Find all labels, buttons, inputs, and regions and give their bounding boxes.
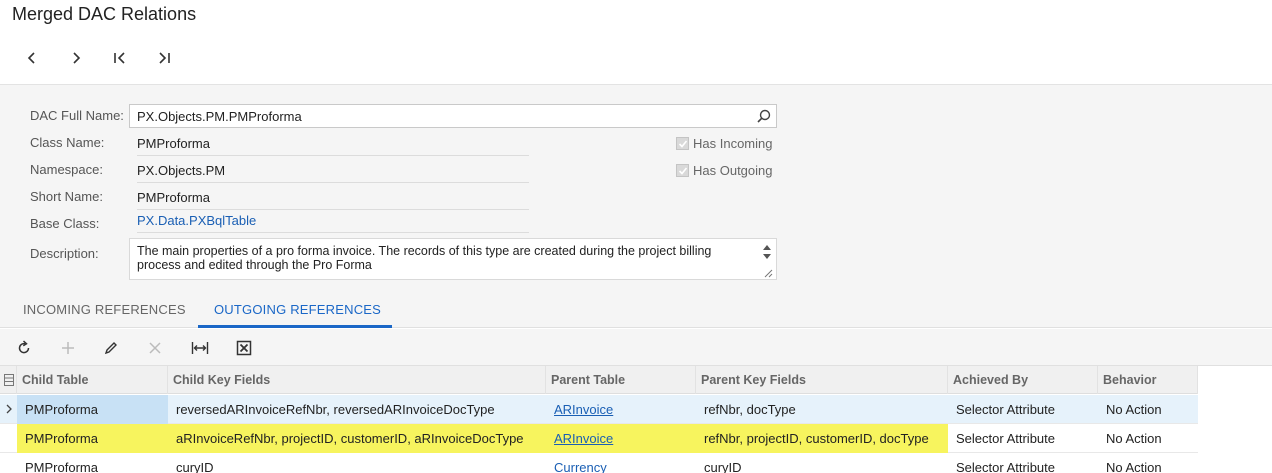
scroll-arrows-icon[interactable] bbox=[761, 243, 773, 279]
class-name-label: Class Name: bbox=[30, 135, 105, 150]
dac-full-name-input[interactable]: PX.Objects.PM.PMProforma bbox=[129, 104, 777, 128]
table-row[interactable]: PMProforma reversedARInvoiceRefNbr, reve… bbox=[0, 395, 1198, 424]
base-class-link[interactable]: PX.Data.PXBqlTable bbox=[137, 213, 529, 233]
record-navigation bbox=[10, 44, 186, 72]
cell-child-key-fields[interactable]: curyID bbox=[168, 453, 546, 473]
column-header-parent-key-fields[interactable]: Parent Key Fields bbox=[696, 366, 948, 394]
refresh-button[interactable] bbox=[14, 338, 34, 358]
short-name-label: Short Name: bbox=[30, 189, 103, 204]
export-excel-button[interactable] bbox=[234, 338, 254, 358]
has-outgoing-label: Has Outgoing bbox=[693, 163, 773, 178]
first-record-icon bbox=[114, 52, 125, 64]
checkbox-box bbox=[676, 164, 689, 177]
cell-child-table[interactable]: PMProforma bbox=[17, 424, 168, 453]
cell-parent-key-fields[interactable]: curyID bbox=[696, 453, 948, 473]
cell-achieved-by[interactable]: Selector Attribute bbox=[948, 395, 1098, 424]
base-class-label: Base Class: bbox=[30, 216, 100, 231]
add-row-button[interactable] bbox=[58, 338, 78, 358]
tabs-bar: INCOMING REFERENCES OUTGOING REFERENCES bbox=[0, 284, 1272, 328]
cell-behavior[interactable]: No Action bbox=[1098, 453, 1198, 473]
dac-full-name-label: DAC Full Name: bbox=[30, 108, 124, 123]
tab-incoming-references[interactable]: INCOMING REFERENCES bbox=[23, 302, 186, 317]
column-header-child-table[interactable]: Child Table bbox=[17, 366, 168, 394]
column-header-parent-table[interactable]: Parent Table bbox=[546, 366, 696, 394]
first-record-button[interactable] bbox=[98, 44, 142, 72]
has-outgoing-checkbox[interactable]: Has Outgoing bbox=[676, 163, 773, 178]
table-row[interactable]: PMProforma aRInvoiceRefNbr, projectID, c… bbox=[0, 424, 1198, 453]
tab-outgoing-references[interactable]: OUTGOING REFERENCES bbox=[214, 302, 381, 317]
cell-parent-key-fields[interactable]: refNbr, docType bbox=[696, 395, 948, 424]
edit-row-button[interactable] bbox=[101, 338, 121, 358]
refresh-icon bbox=[18, 340, 30, 354]
description-label: Description: bbox=[30, 246, 99, 261]
has-incoming-checkbox[interactable]: Has Incoming bbox=[676, 136, 772, 151]
last-record-icon bbox=[159, 52, 170, 64]
delete-icon bbox=[149, 342, 161, 354]
fit-columns-icon bbox=[191, 342, 209, 354]
delete-row-button[interactable] bbox=[145, 338, 165, 358]
page-title: Merged DAC Relations bbox=[12, 4, 197, 24]
cell-achieved-by[interactable]: Selector Attribute bbox=[948, 453, 1098, 473]
table-row[interactable]: PMProforma curyID Currency curyID Select… bbox=[0, 453, 1198, 473]
column-config-icon bbox=[4, 374, 14, 386]
column-header-child-key-fields[interactable]: Child Key Fields bbox=[168, 366, 546, 394]
next-record-button[interactable] bbox=[54, 44, 98, 72]
namespace-value: PX.Objects.PM bbox=[137, 163, 529, 183]
prev-record-button[interactable] bbox=[10, 44, 54, 72]
short-name-value: PMProforma bbox=[137, 190, 529, 210]
cell-parent-table-link[interactable]: ARInvoice bbox=[546, 395, 696, 424]
dac-full-name-value: PX.Objects.PM.PMProforma bbox=[137, 108, 302, 124]
cell-child-key-fields[interactable]: reversedARInvoiceRefNbr, reversedARInvoi… bbox=[168, 395, 546, 424]
active-tab-indicator bbox=[198, 325, 392, 328]
cell-parent-table-link[interactable]: Currency bbox=[546, 453, 696, 473]
cell-behavior[interactable]: No Action bbox=[1098, 395, 1198, 424]
cell-parent-table-link[interactable]: ARInvoice bbox=[546, 424, 696, 453]
export-excel-icon bbox=[236, 340, 252, 356]
cell-achieved-by[interactable]: Selector Attribute bbox=[948, 424, 1098, 453]
cell-child-table[interactable]: PMProforma bbox=[17, 395, 168, 424]
checkmark-icon bbox=[678, 139, 687, 148]
add-icon bbox=[62, 342, 74, 354]
row-selector-header[interactable] bbox=[0, 366, 17, 394]
fit-columns-button[interactable] bbox=[190, 338, 210, 358]
column-header-behavior[interactable]: Behavior bbox=[1098, 366, 1198, 394]
cell-parent-key-fields[interactable]: refNbr, projectID, customerID, docType bbox=[696, 424, 948, 453]
chevron-right-icon bbox=[73, 52, 81, 64]
grid-header: Child Table Child Key Fields Parent Tabl… bbox=[0, 366, 1198, 394]
current-row-indicator-icon bbox=[6, 404, 12, 414]
search-icon[interactable] bbox=[756, 108, 772, 124]
grid-toolbar bbox=[0, 329, 1272, 366]
namespace-label: Namespace: bbox=[30, 162, 103, 177]
checkmark-icon bbox=[678, 166, 687, 175]
has-incoming-label: Has Incoming bbox=[693, 136, 773, 151]
chevron-left-icon bbox=[27, 52, 35, 64]
checkbox-box bbox=[676, 137, 689, 150]
last-record-button[interactable] bbox=[142, 44, 186, 72]
edit-icon bbox=[104, 342, 117, 355]
cell-child-table[interactable]: PMProforma bbox=[17, 453, 168, 473]
cell-behavior[interactable]: No Action bbox=[1098, 424, 1198, 453]
column-header-achieved-by[interactable]: Achieved By bbox=[948, 366, 1098, 394]
class-name-value: PMProforma bbox=[137, 136, 529, 156]
cell-child-key-fields[interactable]: aRInvoiceRefNbr, projectID, customerID, … bbox=[168, 424, 546, 453]
description-textarea[interactable]: The main properties of a pro forma invoi… bbox=[129, 238, 777, 280]
description-value: The main properties of a pro forma invoi… bbox=[137, 244, 712, 272]
